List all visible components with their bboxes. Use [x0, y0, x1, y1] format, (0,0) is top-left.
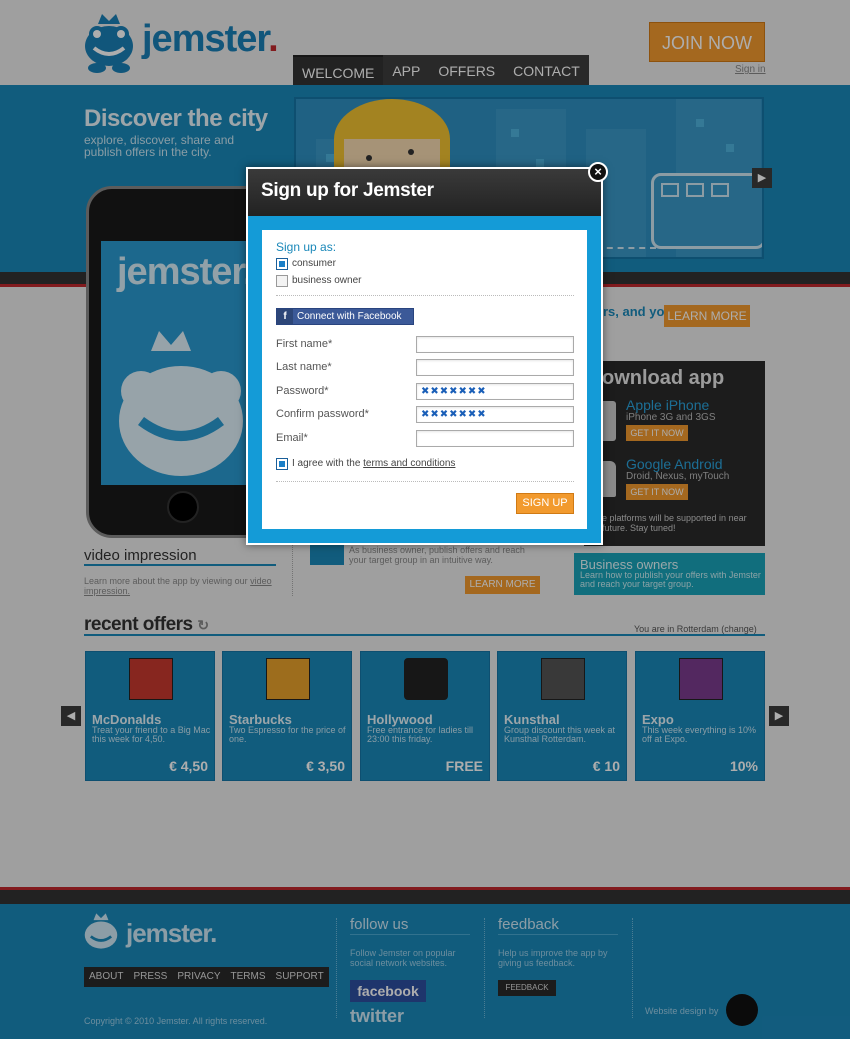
connect-facebook-button[interactable]: f Connect with Facebook	[276, 308, 414, 325]
last-name-input[interactable]	[416, 359, 574, 376]
confirm-password-input[interactable]: ✖✖✖✖✖✖✖	[416, 406, 574, 423]
close-icon[interactable]: ×	[588, 162, 608, 182]
password-label: Password*	[276, 385, 329, 397]
sign-up-button[interactable]: SIGN UP	[516, 493, 574, 514]
first-name-label: First name*	[276, 338, 333, 350]
consumer-label: consumer	[292, 258, 336, 269]
facebook-icon: f	[277, 309, 293, 324]
email-input[interactable]	[416, 430, 574, 447]
agree-terms-checkbox[interactable]	[276, 458, 288, 470]
confirm-password-label: Confirm password*	[276, 408, 369, 420]
consumer-checkbox[interactable]	[276, 258, 288, 270]
last-name-label: Last name*	[276, 361, 332, 373]
form-divider	[276, 481, 574, 482]
password-input[interactable]: ✖✖✖✖✖✖✖	[416, 383, 574, 400]
signup-modal: Sign up for Jemster Sign up as: consumer…	[246, 167, 603, 545]
agree-terms-label: I agree with the terms and conditions	[292, 458, 456, 469]
form-divider	[276, 295, 574, 296]
signup-as-label: Sign up as:	[276, 240, 337, 254]
modal-title: Sign up for Jemster	[261, 180, 434, 201]
first-name-input[interactable]	[416, 336, 574, 353]
email-label: Email*	[276, 432, 308, 444]
business-owner-checkbox[interactable]	[276, 275, 288, 287]
modal-header: Sign up for Jemster	[248, 169, 601, 216]
terms-link[interactable]: terms and conditions	[363, 458, 455, 469]
business-owner-label: business owner	[292, 275, 362, 286]
signup-form: Sign up as: consumer business owner f Con…	[262, 230, 587, 529]
